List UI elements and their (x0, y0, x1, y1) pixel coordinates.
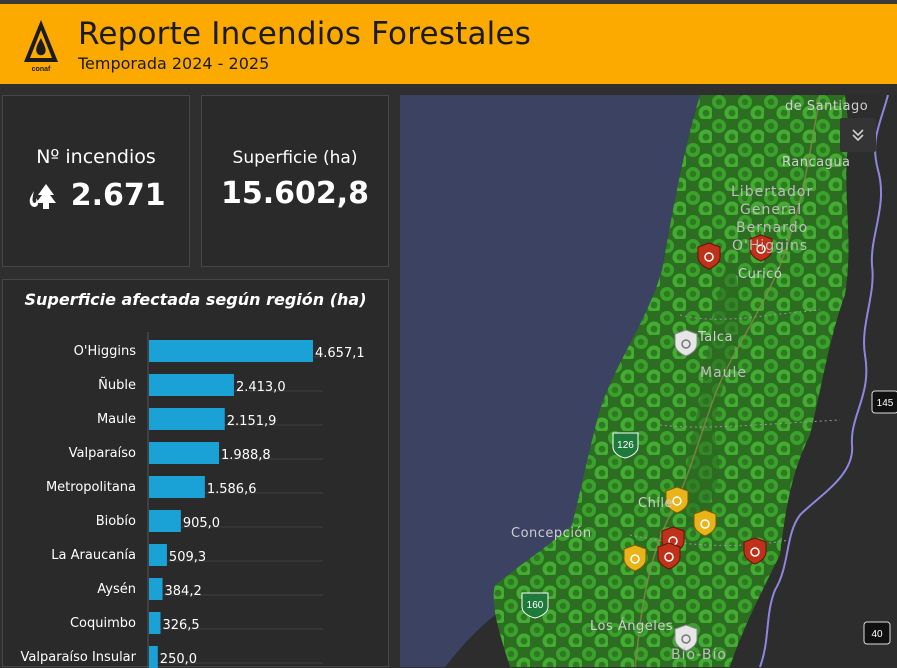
map-canvas[interactable]: 126 160 145 40 (400, 95, 897, 667)
fire-map[interactable]: 126 160 145 40 de Santiago Rancagua Libe… (400, 95, 897, 667)
header-bar: conaf Reporte Incendios Forestales Tempo… (0, 4, 897, 84)
conaf-logo: conaf (24, 20, 58, 73)
chart-bar (149, 544, 167, 566)
chart-category-label: Coquimbo (70, 616, 136, 631)
map-label-bernardo: Bernardo (736, 220, 809, 236)
map-label-general: General (740, 202, 803, 218)
map-label-bio-bio: Bío-Bío (671, 647, 727, 663)
chart-bar (149, 374, 234, 396)
map-label-maule: Maule (700, 365, 748, 381)
map-label-chile: Chile (638, 496, 674, 511)
forest-fire-icon (30, 183, 57, 209)
chart-value-label: 326,5 (162, 618, 199, 633)
kpi-value-superficie: 15.602,8 (220, 176, 370, 211)
chart-category-label: Valparaíso Insular (21, 650, 137, 665)
route-shield-126: 126 (612, 432, 639, 459)
chart-bar (149, 612, 161, 634)
chart-value-label: 4.657,1 (315, 346, 365, 361)
route-shield-160: 160 (521, 592, 549, 619)
map-label-los-angeles: Los Ángeles (590, 619, 674, 634)
chart-value-label: 1.586,6 (207, 482, 257, 497)
map-label-rancagua: Rancagua (782, 155, 851, 170)
chart-bar (149, 476, 205, 498)
chart-value-label: 1.988,8 (221, 448, 271, 463)
chart-value-label: 384,2 (165, 584, 202, 599)
kpi-label-superficie: Superficie (ha) (232, 148, 358, 168)
chart-category-label: Biobío (96, 514, 136, 529)
logo-text: conaf (32, 66, 51, 73)
chart-value-label: 250,0 (160, 652, 197, 667)
chart-card: Superficie afectada según región (ha) O'… (2, 279, 389, 668)
map-label-concepcion: Concepción (511, 526, 592, 541)
chevron-double-down-icon (852, 129, 864, 142)
map-label-talca: Talca (698, 330, 733, 345)
map-label-curico: Curicó (738, 267, 783, 282)
chart-value-label: 2.413,0 (236, 380, 286, 395)
chart-bar (149, 578, 163, 600)
kpi-value-incendios: 2.671 (70, 178, 166, 213)
chart-value-label: 905,0 (183, 516, 220, 531)
kpi-card-superficie: Superficie (ha) 15.602,8 (201, 95, 389, 267)
chart-bar (149, 340, 313, 362)
chart-category-label: Valparaíso (69, 446, 136, 461)
chart-category-label: O'Higgins (74, 344, 137, 359)
chart-bar (149, 646, 158, 668)
route-shield-126-label: 126 (617, 440, 634, 451)
chart-bar (149, 442, 220, 464)
map-label-santiago: de Santiago (785, 99, 869, 114)
chart-value-label: 509,3 (169, 550, 206, 565)
map-label-libertador: Libertador (731, 184, 814, 200)
kpi-card-incendios: Nº incendios 2.671 (2, 95, 190, 267)
route-shield-40: 40 (863, 621, 891, 645)
chart-category-label: Ñuble (98, 377, 136, 393)
kpi-label-incendios: Nº incendios (36, 146, 156, 168)
route-shield-145-label: 145 (877, 398, 894, 409)
chart-category-label: Metropolitana (46, 480, 136, 495)
page-title: Reporte Incendios Forestales (78, 16, 532, 52)
page-subtitle: Temporada 2024 - 2025 (78, 54, 270, 73)
chart-bar (149, 408, 225, 430)
kpi-row-incendios: 2.671 (3, 178, 189, 213)
chart-category-label: La Araucanía (51, 548, 136, 563)
chart-bar (149, 510, 181, 532)
chart-category-label: Maule (97, 412, 136, 427)
bar-chart: O'Higgins 4.657,1 Ñuble 2.413,0 Maule 2.151,9… (21, 332, 365, 668)
map-label-ohiggins: O'Higgins (732, 238, 809, 254)
chart-value-label: 2.151,9 (227, 414, 277, 429)
route-shield-40-label: 40 (871, 629, 883, 640)
collapse-button[interactable] (840, 118, 876, 152)
chart-category-label: Aysén (97, 582, 136, 597)
route-shield-160-label: 160 (527, 600, 544, 611)
route-shield-145: 145 (871, 390, 897, 414)
